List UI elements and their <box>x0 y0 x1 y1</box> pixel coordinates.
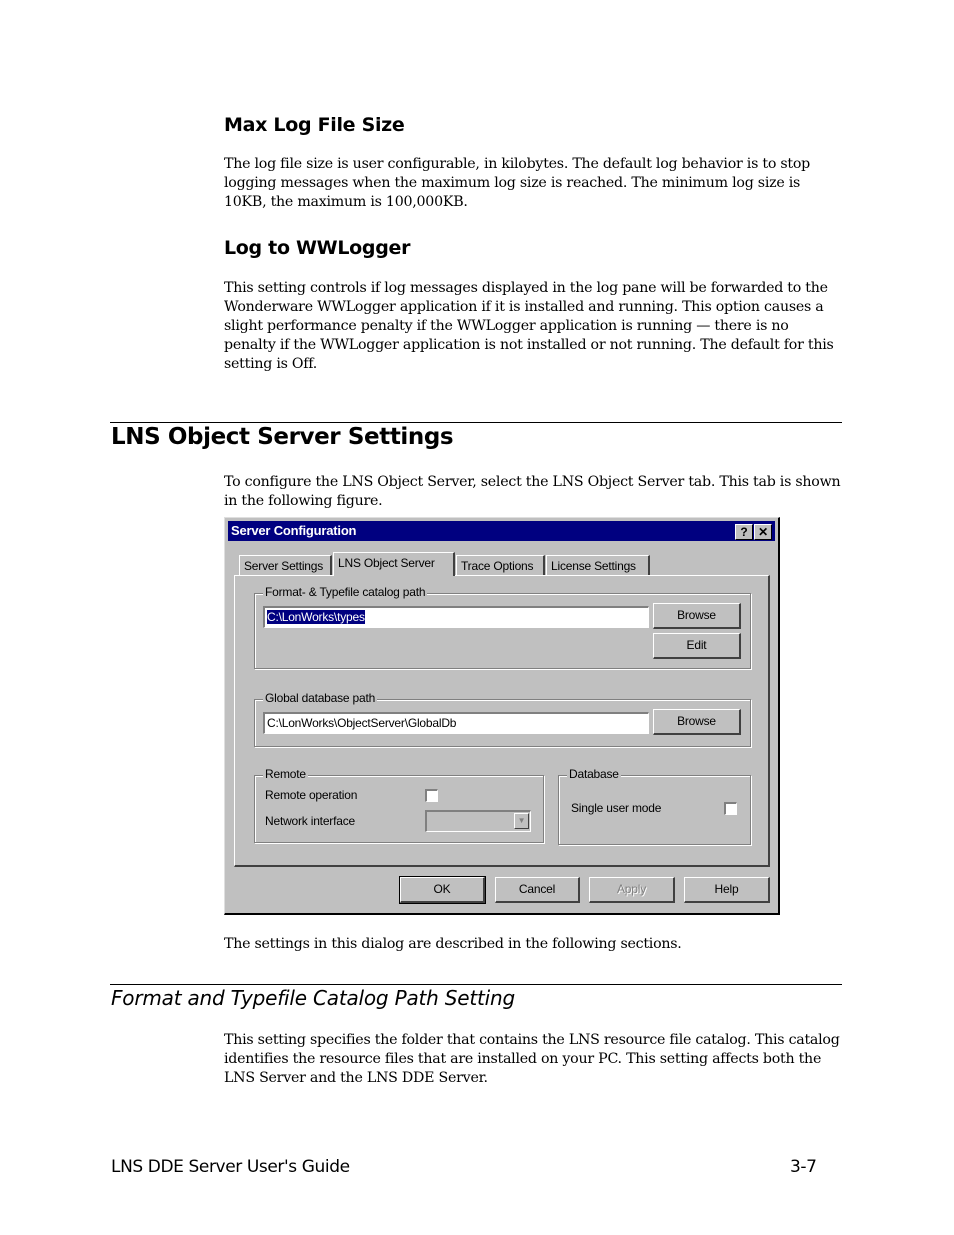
format-typefile-heading: Format and Typefile Catalog Path Setting <box>111 986 515 1010</box>
chevron-down-icon[interactable]: ▼ <box>514 813 529 829</box>
database-group: Database Single user mode <box>558 767 751 845</box>
dialog-description-caption: The settings in this dialog are describe… <box>224 936 682 952</box>
format-typefile-group-label: Format- & Typefile catalog path <box>263 585 428 599</box>
lns-object-server-panel: Format- & Typefile catalog path C:\LonWo… <box>234 575 770 867</box>
apply-button[interactable]: Apply <box>589 877 675 903</box>
log-to-wwlogger-paragraph: This setting controls if log messages di… <box>224 280 834 372</box>
global-database-path-value: C:\LonWorks\ObjectServer\GlobalDb <box>267 716 457 730</box>
tab-license-settings[interactable]: License Settings <box>546 555 650 575</box>
help-icon[interactable]: ? <box>735 524 753 540</box>
format-edit-button[interactable]: Edit <box>653 633 741 659</box>
dialog-title: Server Configuration <box>231 523 357 538</box>
close-icon[interactable]: ✕ <box>754 524 772 540</box>
ok-label: OK <box>433 882 451 896</box>
lns-object-server-intro: To configure the LNS Object Server, sele… <box>224 474 841 509</box>
global-database-path-input[interactable]: C:\LonWorks\ObjectServer\GlobalDb <box>263 712 649 734</box>
global-browse-label: Browse <box>677 714 716 728</box>
max-log-file-size-paragraph: The log file size is user configurable, … <box>224 156 810 210</box>
remote-operation-checkbox[interactable] <box>425 789 438 802</box>
dialog-title-bar: Server Configuration ? ✕ <box>228 521 775 541</box>
format-typefile-group: Format- & Typefile catalog path C:\LonWo… <box>254 585 751 669</box>
tab-server-settings[interactable]: Server Settings <box>239 555 332 575</box>
max-log-file-size-heading: Max Log File Size <box>224 114 405 136</box>
global-database-group: Global database path C:\LonWorks\ObjectS… <box>254 691 751 747</box>
network-interface-label: Network interface <box>265 814 355 828</box>
format-browse-button[interactable]: Browse <box>653 603 741 629</box>
global-database-group-label: Global database path <box>263 691 378 705</box>
single-user-mode-checkbox[interactable] <box>724 802 737 815</box>
section-divider <box>110 422 842 423</box>
remote-group: Remote Remote operation Network interfac… <box>254 767 544 843</box>
tab-lns-object-server[interactable]: LNS Object Server <box>333 552 455 576</box>
footer-page-number: 3-7 <box>790 1157 817 1177</box>
single-user-mode-label: Single user mode <box>571 801 662 815</box>
server-configuration-dialog: Server Configuration ? ✕ Server Settings… <box>224 517 780 915</box>
help-button[interactable]: Help <box>684 877 770 903</box>
format-typefile-paragraph: This setting specifies the folder that c… <box>224 1032 840 1086</box>
lns-object-server-settings-heading: LNS Object Server Settings <box>111 424 454 450</box>
network-interface-dropdown[interactable]: ▼ <box>425 810 531 832</box>
ok-button[interactable]: OK <box>399 876 486 904</box>
log-to-wwlogger-heading: Log to WWLogger <box>224 237 411 259</box>
apply-label: Apply <box>616 882 647 896</box>
remote-group-label: Remote <box>263 767 308 781</box>
remote-operation-label: Remote operation <box>265 788 358 802</box>
help-label: Help <box>714 882 739 896</box>
global-browse-button[interactable]: Browse <box>653 709 741 735</box>
format-typefile-path-input[interactable]: C:\LonWorks\types <box>263 606 649 628</box>
subsection-divider <box>110 984 842 985</box>
format-typefile-path-value: C:\LonWorks\types <box>267 610 365 624</box>
cancel-button[interactable]: Cancel <box>495 877 580 903</box>
tab-trace-options[interactable]: Trace Options <box>456 555 545 575</box>
footer-guide-title: LNS DDE Server User's Guide <box>111 1157 350 1177</box>
format-browse-label: Browse <box>677 608 716 622</box>
database-group-label: Database <box>567 767 621 781</box>
cancel-label: Cancel <box>518 882 556 896</box>
format-edit-label: Edit <box>686 638 707 652</box>
